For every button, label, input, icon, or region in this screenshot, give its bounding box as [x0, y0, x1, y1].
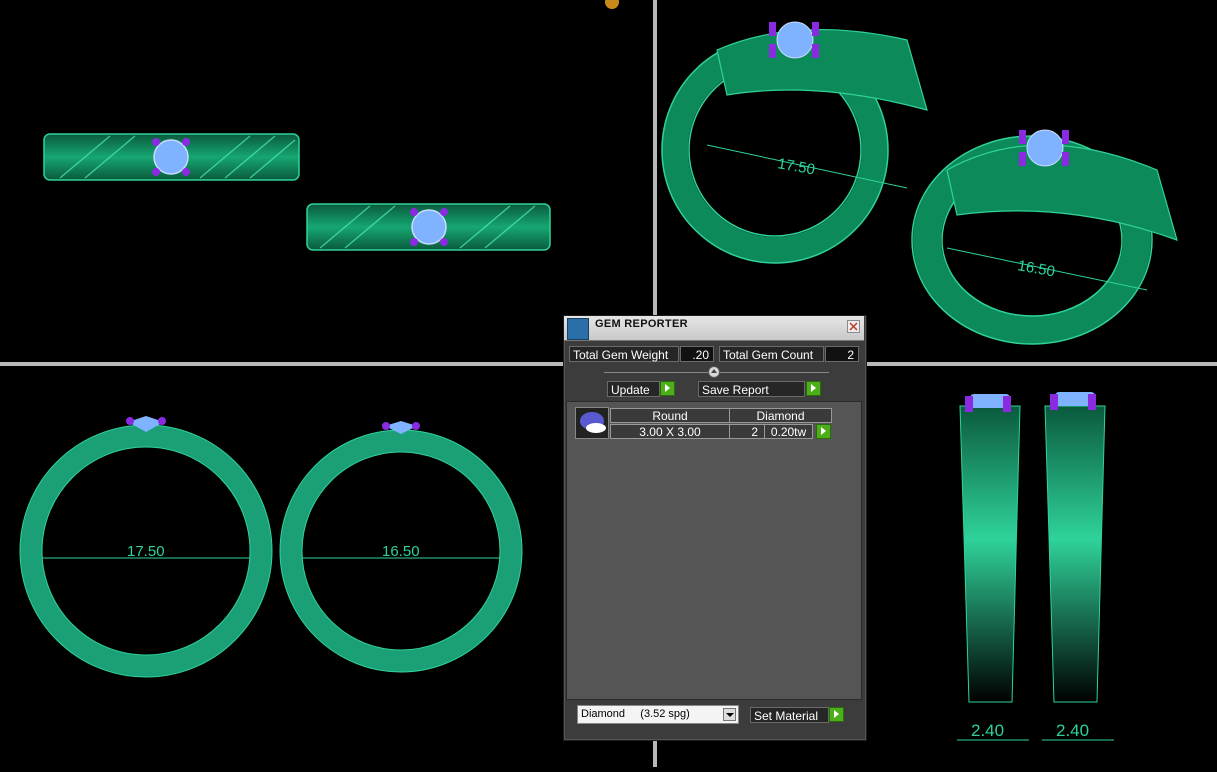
panel-title: GEM REPORTER [595, 318, 688, 330]
save-report-go-icon[interactable] [806, 381, 821, 396]
viewport-front[interactable]: 17.50 16.50 [0, 366, 653, 767]
ring-1-side: 2.40 [957, 394, 1029, 741]
collapse-toggle[interactable] [708, 366, 720, 378]
ring-1-front: 17.50 [19, 416, 273, 678]
ring-2-diameter-label: 16.50 [382, 543, 420, 560]
top-view-rings [43, 0, 619, 251]
gem-list[interactable]: Round Diamond 3.00 X 3.00 2 0.20tw [566, 401, 862, 700]
ring-2-size-label: 16.50 [1016, 257, 1056, 280]
close-button[interactable] [847, 320, 860, 333]
material-select-value: Diamond (3.52 spg) [581, 708, 690, 720]
chevron-down-icon[interactable] [723, 708, 736, 721]
gem-row-go-icon[interactable] [816, 424, 831, 439]
gem-reporter-panel: GEM REPORTER Total Gem Weight .20 Total … [563, 315, 867, 741]
ring-1-diameter-label: 17.50 [127, 543, 165, 560]
material-select[interactable]: Diamond (3.52 spg) [577, 705, 739, 724]
save-report-button[interactable]: Save Report [698, 381, 805, 397]
close-icon [849, 322, 858, 331]
ring-2-top [306, 203, 551, 251]
size-cell: 3.00 X 3.00 [610, 424, 730, 439]
perspective-rings: 17.50 16.50 [661, 21, 1178, 345]
set-material-go-icon[interactable] [829, 707, 844, 722]
update-button[interactable]: Update [607, 381, 660, 397]
total-weight-value: .20 [680, 346, 714, 362]
gem-thumbnail-icon[interactable] [575, 407, 609, 439]
total-count-label: Total Gem Count [719, 346, 824, 362]
total-count-value: 2 [825, 346, 859, 362]
gem-reporter-logo-icon [567, 318, 589, 340]
axis-indicator-icon [605, 0, 619, 9]
weight-cell: 0.20tw [764, 424, 813, 439]
ring-2-front: 16.50 [279, 421, 523, 673]
shape-header: Round [610, 408, 730, 423]
viewport-top[interactable] [0, 0, 653, 362]
update-go-icon[interactable] [660, 381, 675, 396]
ring-2-perspective: 16.50 [911, 129, 1178, 345]
panel-title-bar[interactable]: GEM REPORTER [564, 316, 864, 341]
front-view-rings: 17.50 16.50 [19, 416, 523, 678]
set-material-button[interactable]: Set Material [750, 707, 829, 723]
ring-1-width-label: 2.40 [971, 721, 1004, 740]
ring-1-top [43, 133, 300, 181]
ring-2-side: 2.40 [1042, 392, 1114, 741]
ring-2-width-label: 2.40 [1056, 721, 1089, 740]
ring-1-perspective: 17.50 [661, 21, 928, 264]
count-cell: 2 [729, 424, 765, 439]
total-weight-label: Total Gem Weight [569, 346, 679, 362]
type-header: Diamond [729, 408, 832, 423]
viewport-perspective[interactable]: 17.50 16.50 [657, 0, 1217, 362]
ring-1-size-label: 17.50 [776, 155, 816, 178]
